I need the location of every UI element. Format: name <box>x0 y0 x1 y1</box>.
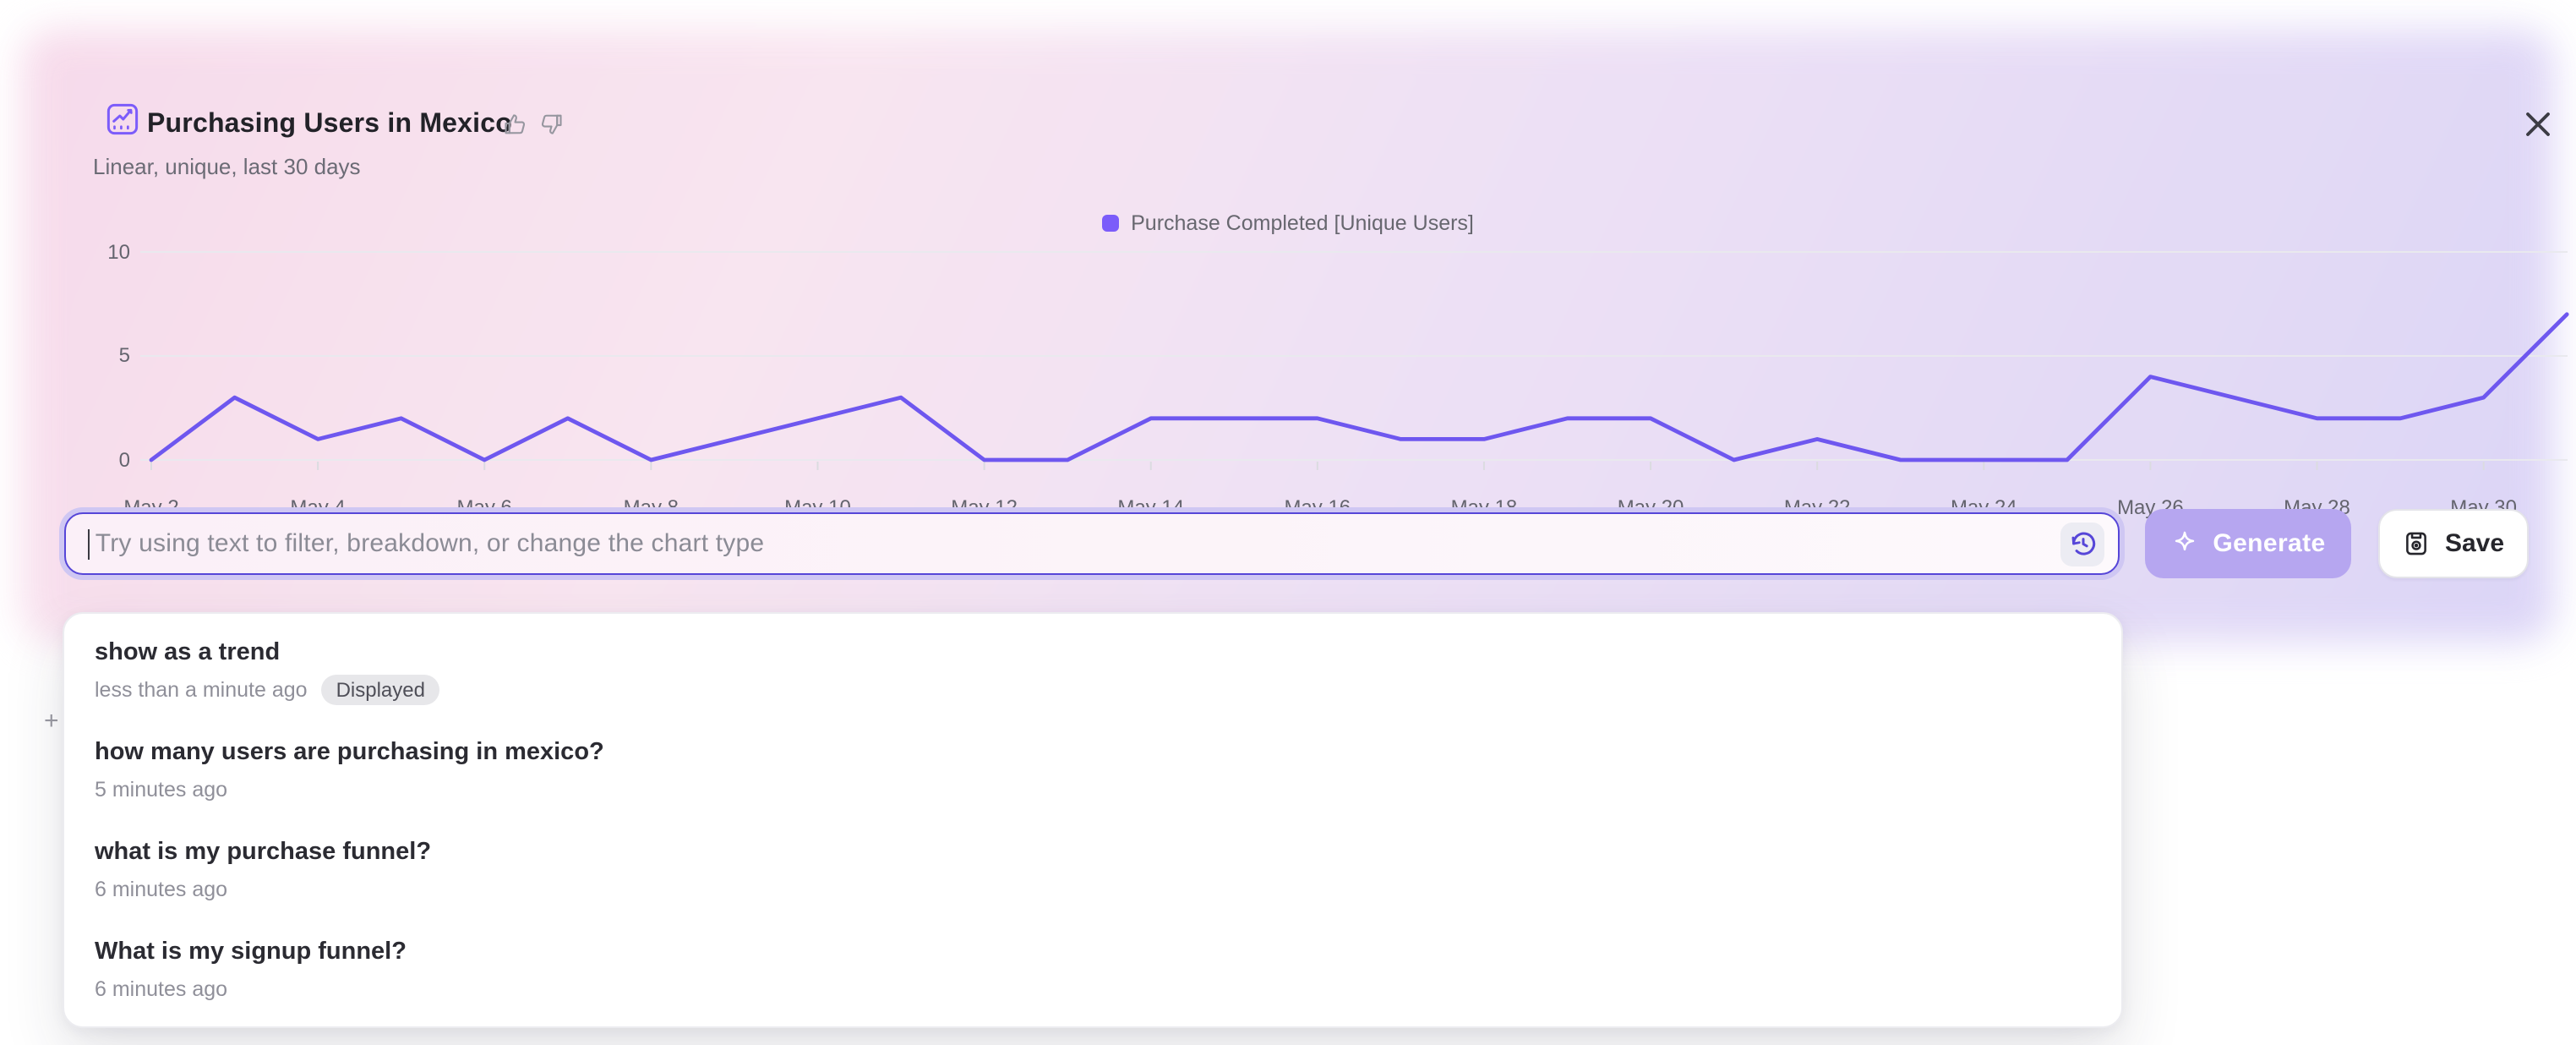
history-button[interactable] <box>2060 522 2104 566</box>
thumbs-down-icon[interactable] <box>539 112 565 137</box>
y-tick-label: 5 <box>76 343 130 369</box>
status-badge: Displayed <box>321 675 440 705</box>
history-item-time: 6 minutes ago <box>95 977 227 1001</box>
history-item[interactable]: What is my signup funnel? 6 minutes ago <box>64 920 2121 1020</box>
thumbs-up-icon[interactable] <box>502 112 527 137</box>
legend-swatch <box>1102 215 1119 232</box>
history-item-title: what is my purchase funnel? <box>95 837 2091 867</box>
close-button[interactable] <box>2515 101 2559 145</box>
legend-label: Purchase Completed [Unique Users] <box>1131 211 1474 235</box>
screen: Purchasing Users in Mexico Linear, uniqu… <box>0 0 2576 1045</box>
y-tick-label: 0 <box>76 447 130 473</box>
save-icon <box>2403 529 2431 558</box>
history-clock-icon <box>2066 528 2098 560</box>
line-chart-type-icon <box>106 103 139 135</box>
history-item-title: show as a trend <box>95 637 2091 668</box>
history-item-meta: 5 minutes ago <box>95 774 2091 805</box>
card-subtitle: Linear, unique, last 30 days <box>93 154 361 181</box>
history-item[interactable]: show as a trend less than a minute ago D… <box>64 621 2121 720</box>
chart-legend: Purchase Completed [Unique Users] <box>35 211 2541 235</box>
history-item-meta: 6 minutes ago <box>95 874 2091 905</box>
y-tick-label: 10 <box>76 239 130 265</box>
sparkle-icon <box>2170 529 2199 558</box>
query-input-focus-ring: Try using text to filter, breakdown, or … <box>59 507 2125 580</box>
line-chart <box>120 238 2576 529</box>
generate-label: Generate <box>2213 529 2325 558</box>
history-item[interactable]: how many users are purchasing in mexico?… <box>64 720 2121 820</box>
query-placeholder: Try using text to filter, breakdown, or … <box>96 529 2060 558</box>
text-caret <box>88 528 90 559</box>
history-item-time: 5 minutes ago <box>95 778 227 802</box>
history-item-meta: less than a minute ago Displayed <box>95 675 2091 705</box>
history-item-time: less than a minute ago <box>95 678 308 702</box>
background-plus-glyph: + <box>44 707 59 736</box>
query-input[interactable]: Try using text to filter, breakdown, or … <box>64 512 2120 575</box>
history-dropdown: show as a trend less than a minute ago D… <box>63 612 2123 1028</box>
history-item[interactable]: what is my purchase funnel? 6 minutes ag… <box>64 820 2121 920</box>
close-icon <box>2523 109 2551 138</box>
generate-button[interactable]: Generate <box>2145 509 2351 578</box>
card-title: Purchasing Users in Mexico <box>147 108 512 140</box>
history-item-title: What is my signup funnel? <box>95 937 2091 967</box>
history-item-title: how many users are purchasing in mexico? <box>95 737 2091 768</box>
save-button[interactable]: Save <box>2378 509 2529 578</box>
save-label: Save <box>2445 529 2504 558</box>
history-item-meta: 6 minutes ago <box>95 974 2091 1004</box>
history-item-time: 6 minutes ago <box>95 878 227 901</box>
